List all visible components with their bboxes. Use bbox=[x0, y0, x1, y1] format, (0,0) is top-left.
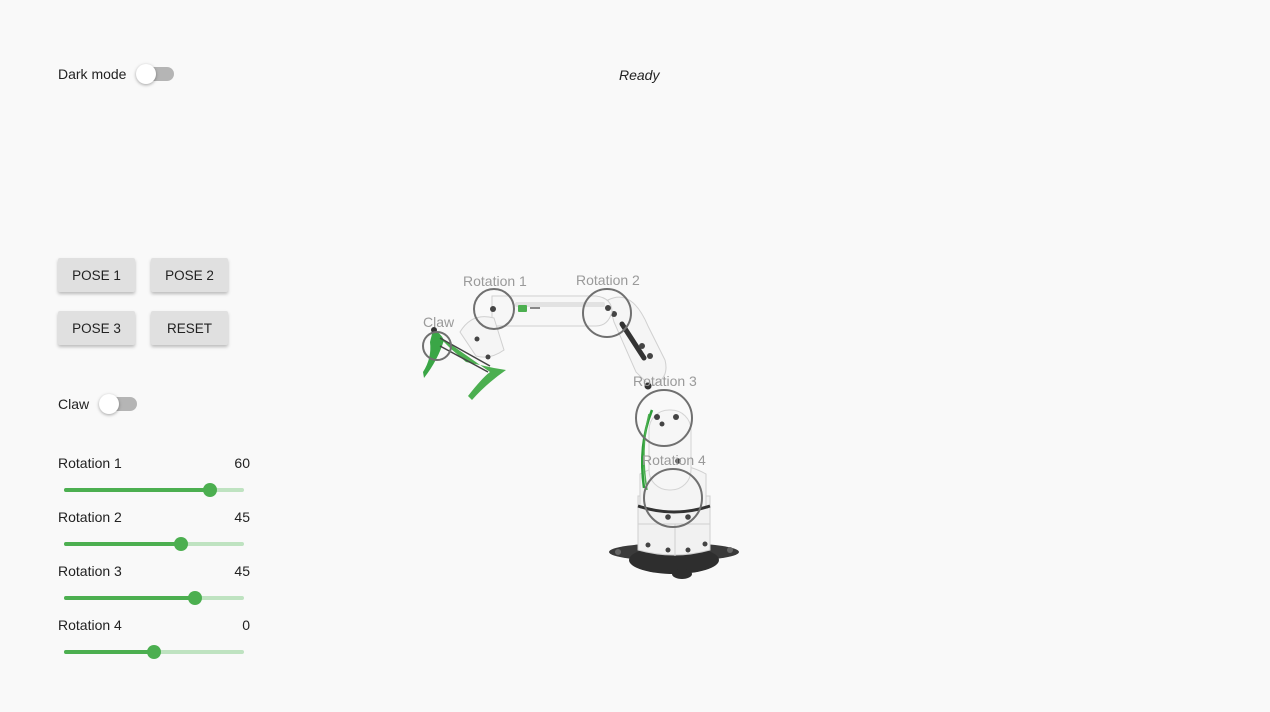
robot-forearm bbox=[490, 295, 613, 327]
rotation-2-control: Rotation 2 45 bbox=[58, 509, 250, 551]
rotation-4-joint-label: Rotation 4 bbox=[642, 452, 706, 468]
slider-label: Rotation 2 bbox=[58, 509, 122, 525]
slider-knob[interactable] bbox=[147, 645, 161, 659]
toggle-thumb bbox=[136, 64, 157, 84]
slider-label: Rotation 1 bbox=[58, 455, 122, 471]
rotation-1-slider[interactable] bbox=[64, 483, 244, 497]
rotation-1-control: Rotation 1 60 bbox=[58, 455, 250, 497]
slider-label: Rotation 4 bbox=[58, 617, 122, 633]
rotation-3-joint-label: Rotation 3 bbox=[633, 373, 697, 389]
dark-mode-toggle[interactable] bbox=[136, 64, 175, 84]
slider-knob[interactable] bbox=[202, 483, 217, 497]
pose-3-button[interactable]: POSE 3 bbox=[58, 311, 135, 345]
reset-button[interactable]: RESET bbox=[151, 311, 228, 345]
rotation-3-control: Rotation 3 45 bbox=[58, 563, 250, 605]
slider-knob[interactable] bbox=[188, 591, 203, 605]
slider-knob[interactable] bbox=[174, 537, 188, 551]
pose-2-button[interactable]: POSE 2 bbox=[151, 258, 228, 292]
slider-label: Rotation 3 bbox=[58, 563, 122, 579]
slider-value: 0 bbox=[242, 617, 250, 633]
claw-row: Claw bbox=[58, 394, 138, 414]
dark-mode-row: Dark mode bbox=[58, 64, 175, 84]
pose-1-button[interactable]: POSE 1 bbox=[58, 258, 135, 292]
dark-mode-label: Dark mode bbox=[58, 66, 127, 82]
slider-value: 45 bbox=[234, 509, 250, 525]
slider-value: 60 bbox=[234, 455, 250, 471]
rotation-2-joint-label: Rotation 2 bbox=[576, 272, 640, 288]
slider-fill bbox=[64, 488, 210, 492]
toggle-thumb bbox=[99, 394, 120, 414]
slider-fill bbox=[64, 542, 181, 546]
claw-joint-label: Claw bbox=[423, 314, 455, 330]
rotation-3-slider[interactable] bbox=[64, 591, 244, 605]
robot-arm-view: Claw Rotation 1 Rotation 2 Rotation 3 Ro… bbox=[422, 272, 739, 579]
claw-toggle[interactable] bbox=[99, 394, 138, 414]
rotation-2-slider[interactable] bbox=[64, 537, 244, 551]
rotation-4-slider[interactable] bbox=[64, 645, 244, 659]
rotation-4-control: Rotation 4 0 bbox=[58, 617, 250, 659]
slider-value: 45 bbox=[234, 563, 250, 579]
slider-fill bbox=[64, 650, 154, 654]
status-text: Ready bbox=[619, 67, 660, 83]
claw-label: Claw bbox=[58, 396, 90, 412]
slider-fill bbox=[64, 596, 196, 600]
rotation-1-joint-label: Rotation 1 bbox=[463, 273, 527, 289]
